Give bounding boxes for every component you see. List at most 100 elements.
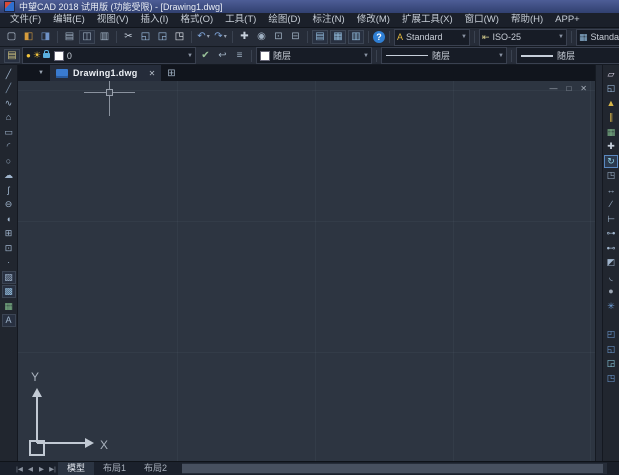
fillet-icon[interactable]: ◟ <box>605 271 618 284</box>
rectangle-icon[interactable]: ▭ <box>2 126 15 139</box>
help-icon[interactable]: ? <box>373 31 385 43</box>
paste-icon[interactable]: ◲ <box>155 30 170 44</box>
erase-icon[interactable]: ▱ <box>605 68 618 81</box>
bring-to-front-icon[interactable]: ◰ <box>605 328 618 341</box>
chevron-down-icon[interactable]: ▼ <box>461 34 467 40</box>
new-drawing-tab-icon[interactable]: ⊞ <box>167 68 175 79</box>
chevron-down-icon[interactable]: ▼ <box>498 53 504 59</box>
circle-icon[interactable]: ○ <box>2 155 15 168</box>
menu-item[interactable]: 插入(I) <box>134 13 174 27</box>
insert-block-icon[interactable]: ⊞ <box>2 227 15 240</box>
layout-tab-布局1[interactable]: 布局1 <box>94 462 135 475</box>
bring-above-objects-icon[interactable]: ◲ <box>605 357 618 370</box>
scale-icon[interactable]: ◳ <box>605 169 618 182</box>
new-file-icon[interactable]: ▢ <box>4 30 19 44</box>
stretch-icon[interactable]: ↔ <box>605 184 618 197</box>
menu-item[interactable]: APP+ <box>549 13 586 27</box>
menu-item[interactable]: 标注(N) <box>307 13 351 27</box>
layer-states-manager-icon[interactable]: ≡ <box>232 49 247 63</box>
multiline-text-icon[interactable]: A <box>2 314 16 327</box>
dropdown-caret-icon[interactable]: ▾ <box>224 30 227 44</box>
blend-curves-icon[interactable]: ● <box>605 285 618 298</box>
layer-previous-icon[interactable]: ↩ <box>215 49 230 63</box>
explode-icon[interactable]: ✳ <box>605 300 618 313</box>
hatch-icon[interactable]: ▨ <box>2 271 16 284</box>
tab-nav-icon[interactable]: ▶ <box>36 465 47 473</box>
dim-style-combo[interactable]: ⇤ISO-25▼ <box>479 29 567 46</box>
dropdown-caret-icon[interactable]: ▾ <box>207 30 210 44</box>
line-icon[interactable]: ╱ <box>2 68 15 81</box>
close-tab-icon[interactable]: ✕ <box>149 69 156 78</box>
make-block-icon[interactable]: ⊡ <box>2 242 15 255</box>
undo-icon[interactable]: ↶▾ <box>196 30 211 44</box>
zoom-window-icon[interactable]: ⊡ <box>271 30 286 44</box>
zoom-realtime-icon[interactable]: ◉ <box>254 30 269 44</box>
mirror-icon[interactable]: ▲ <box>605 97 618 110</box>
save-file-icon[interactable]: ◨ <box>38 30 53 44</box>
chevron-down-icon[interactable]: ▼ <box>558 34 564 40</box>
chevron-down-icon[interactable]: ▼ <box>363 53 369 59</box>
construction-line-icon[interactable]: ╱ <box>2 82 15 95</box>
open-file-icon[interactable]: ◧ <box>21 30 36 44</box>
publish-icon[interactable]: ▥ <box>97 30 112 44</box>
break-at-point-icon[interactable]: ⊶ <box>605 227 618 240</box>
layer-combo[interactable]: ● ☀ 0 ▼ <box>22 47 196 64</box>
document-tab[interactable]: Drawing1.dwg ✕ <box>50 65 161 81</box>
chamfer-icon[interactable]: ◩ <box>605 256 618 269</box>
text-style-combo[interactable]: AStandard▼ <box>394 29 470 46</box>
copy-clip-icon[interactable]: ◱ <box>138 30 153 44</box>
menu-item[interactable]: 格式(O) <box>174 13 219 27</box>
print-icon[interactable]: ▤ <box>62 30 77 44</box>
trim-icon[interactable]: ∕ <box>605 198 618 211</box>
zoom-previous-icon[interactable]: ⊟ <box>288 30 303 44</box>
redo-icon[interactable]: ↷▾ <box>213 30 228 44</box>
menu-item[interactable]: 编辑(E) <box>47 13 91 27</box>
tab-nav-icon[interactable]: ▶| <box>47 465 58 473</box>
array-icon[interactable]: ▦ <box>605 126 618 139</box>
drawing-canvas[interactable]: — □ ✕ Y X <box>18 81 595 461</box>
revision-cloud-icon[interactable]: ☁ <box>2 169 15 182</box>
cut-icon[interactable]: ✂ <box>121 30 136 44</box>
table-style-combo[interactable]: ▦Standard▼ <box>576 29 619 46</box>
point-icon[interactable]: ∙ <box>2 256 15 269</box>
menu-item[interactable]: 文件(F) <box>4 13 47 27</box>
break-icon[interactable]: ⊷ <box>605 242 618 255</box>
rotate-icon[interactable]: ↻ <box>604 155 618 168</box>
restore-doc-icon[interactable]: □ <box>566 84 571 93</box>
polyline-icon[interactable]: ∿ <box>2 97 15 110</box>
make-object-layer-current-icon[interactable]: ✔ <box>198 49 213 63</box>
chevron-down-icon[interactable]: ▼ <box>187 53 193 59</box>
send-under-objects-icon[interactable]: ◳ <box>605 372 618 385</box>
tab-nav-icon[interactable]: ◀ <box>25 465 36 473</box>
extend-icon[interactable]: ⊢ <box>605 213 618 226</box>
properties-palette-icon[interactable]: ▤ <box>312 30 328 44</box>
horizontal-scrollbar[interactable] <box>182 463 607 474</box>
polygon-icon[interactable]: ⌂ <box>2 111 15 124</box>
color-combo[interactable]: 随层 ▼ <box>256 47 372 64</box>
tab-list-dropdown-icon[interactable]: ▼ <box>35 68 47 78</box>
match-properties-icon[interactable]: ◳ <box>172 30 187 44</box>
lineweight-combo[interactable]: 随层 ▼ <box>516 47 619 64</box>
menu-item[interactable]: 工具(T) <box>219 13 262 27</box>
pan-realtime-icon[interactable]: ✚ <box>237 30 252 44</box>
layer-properties-manager-icon[interactable]: ▤ <box>4 49 20 63</box>
menu-item[interactable]: 视图(V) <box>91 13 135 27</box>
menu-item[interactable]: 绘图(D) <box>262 13 306 27</box>
ellipse-icon[interactable]: ⊖ <box>2 198 15 211</box>
minimize-doc-icon[interactable]: — <box>549 84 557 93</box>
print-preview-icon[interactable]: ◫ <box>79 30 95 44</box>
ellipse-arc-icon[interactable]: ◖ <box>2 213 15 226</box>
menu-item[interactable]: 帮助(H) <box>505 13 549 27</box>
gradient-icon[interactable]: ▩ <box>2 285 16 298</box>
arc-icon[interactable]: ◜ <box>2 140 15 153</box>
tab-nav-icon[interactable]: |◀ <box>14 465 25 473</box>
layout-tab-布局2[interactable]: 布局2 <box>135 462 176 475</box>
close-doc-icon[interactable]: ✕ <box>580 84 587 93</box>
move-icon[interactable]: ✚ <box>605 140 618 153</box>
tool-palettes-icon[interactable]: ▥ <box>348 30 364 44</box>
layout-tab-模型[interactable]: 模型 <box>58 462 94 475</box>
vertical-scrollbar[interactable] <box>595 65 602 461</box>
send-to-back-icon[interactable]: ◱ <box>605 343 618 356</box>
linetype-combo[interactable]: 随层 ▼ <box>381 47 507 64</box>
menu-item[interactable]: 修改(M) <box>351 13 396 27</box>
